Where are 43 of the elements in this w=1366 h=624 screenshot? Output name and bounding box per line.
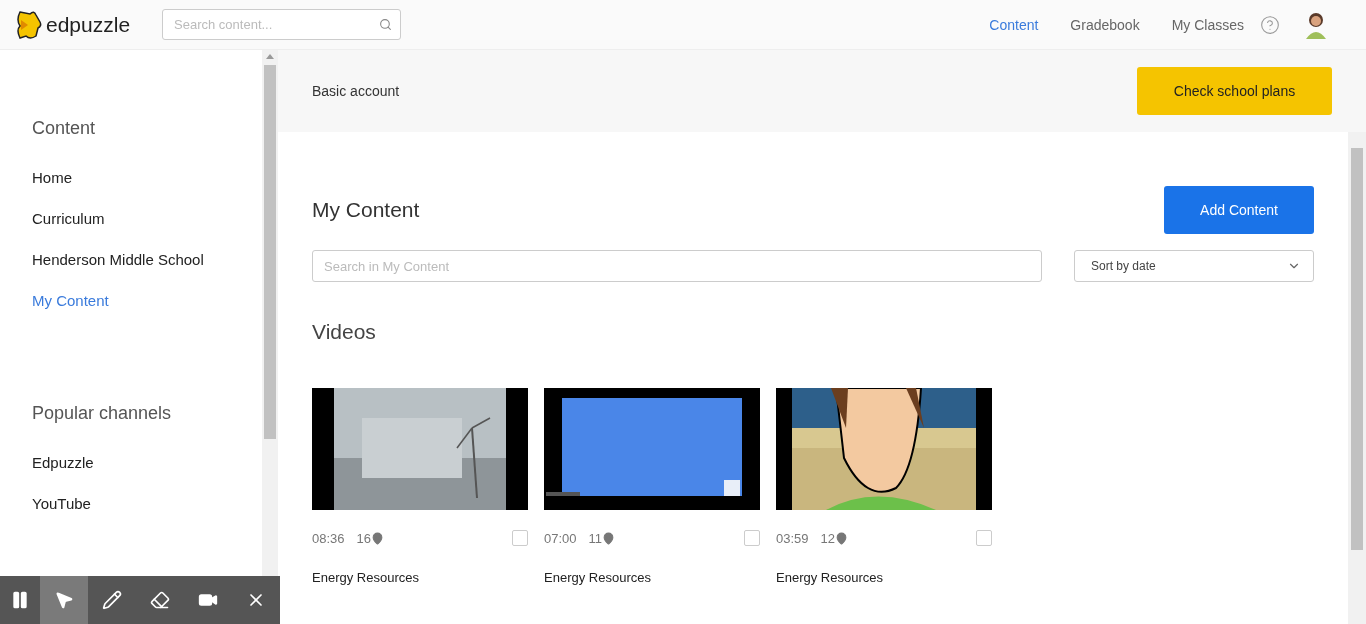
logo-text[interactable]: edpuzzle: [46, 12, 131, 37]
nav-link[interactable]: Gradebook: [1070, 16, 1140, 33]
video-duration: 03:59: [776, 530, 809, 546]
video-title[interactable]: Energy Resources: [544, 570, 760, 585]
avatar-icon[interactable]: [1304, 10, 1328, 39]
search-icon: [379, 18, 393, 31]
pin-icon: [835, 531, 848, 545]
scrollbar[interactable]: [1348, 132, 1366, 624]
sort-dropdown[interactable]: Sort by date: [1074, 250, 1314, 282]
sidebar-item[interactable]: Curriculum: [32, 210, 262, 227]
sidebar-heading: Content: [32, 118, 97, 139]
scroll-up-icon[interactable]: [266, 54, 274, 59]
pin-icon: [602, 531, 616, 545]
puzzle-logo-icon: [16, 9, 42, 40]
nav-link[interactable]: Content: [989, 16, 1039, 33]
sidebar-item[interactable]: Henderson Middle School: [32, 251, 262, 268]
video-duration: 07:00: [544, 530, 577, 546]
checkbox[interactable]: [744, 530, 760, 546]
sidebar-item[interactable]: Edpuzzle: [32, 454, 262, 471]
content-search-field[interactable]: Search in My Content: [312, 250, 1042, 282]
check-plans-button[interactable]: Check school plans: [1137, 67, 1332, 115]
nav-link[interactable]: My Classes: [1171, 16, 1244, 33]
sidebar-item[interactable]: My Content: [32, 292, 262, 309]
pointer-icon[interactable]: [40, 576, 88, 624]
checkbox[interactable]: [512, 530, 528, 546]
help-icon[interactable]: [1260, 14, 1280, 35]
scrollbar[interactable]: [262, 50, 278, 576]
add-content-button[interactable]: Add Content: [1164, 186, 1314, 234]
section-heading: Videos: [312, 320, 377, 344]
video-title[interactable]: Energy Resources: [776, 570, 992, 585]
search-field[interactable]: Search content...: [162, 9, 402, 40]
page-title: My Content: [312, 198, 420, 222]
question-count: 11: [588, 530, 603, 546]
video-duration: 08:36: [312, 530, 345, 546]
question-count: 16: [356, 530, 371, 546]
question-count: 12: [820, 530, 835, 546]
pin-icon: [371, 531, 384, 545]
checkbox[interactable]: [976, 530, 992, 546]
video-title[interactable]: Energy Resources: [312, 570, 528, 585]
sidebar-item[interactable]: Home: [32, 169, 262, 186]
sidebar-heading: Popular channels: [32, 403, 173, 424]
plan-label: Basic account: [312, 83, 400, 99]
sidebar-item[interactable]: YouTube: [32, 495, 262, 512]
